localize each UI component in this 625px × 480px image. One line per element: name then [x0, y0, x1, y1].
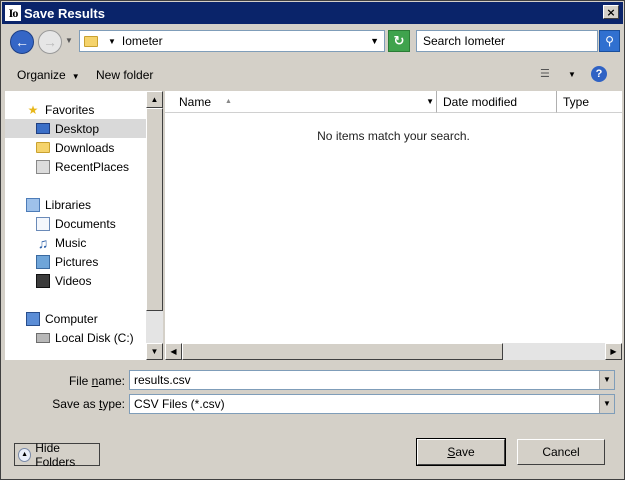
hide-folders-label: Hide Folders	[35, 440, 76, 469]
file-name-dropdown-button[interactable]: ▼	[599, 371, 614, 389]
cancel-button[interactable]: Cancel	[517, 439, 605, 465]
forward-button[interactable]: →	[38, 30, 62, 54]
scroll-left-button[interactable]: ◀	[165, 343, 182, 360]
column-header-label: Type	[563, 94, 590, 109]
nav-item-label: Music	[55, 235, 87, 250]
save-button-label: ave	[455, 445, 475, 459]
downloads-folder-icon	[36, 141, 50, 155]
star-icon: ★	[27, 102, 39, 117]
iometer-app-icon: Io	[5, 5, 21, 21]
recent-pages-dropdown[interactable]: ▼	[65, 36, 73, 45]
back-arrow-icon: ←	[15, 34, 29, 50]
forward-arrow-icon: →	[43, 34, 57, 50]
nav-item-label: Videos	[55, 273, 92, 288]
nav-pane-scrollbar[interactable]: ▲ ▼	[146, 91, 163, 360]
nav-item-label: Documents	[55, 216, 116, 231]
libraries-icon	[26, 197, 40, 212]
organize-menu[interactable]: Organize ▼	[17, 68, 80, 82]
search-button[interactable]: ⚲	[599, 30, 620, 52]
nav-favorites[interactable]: ★ Favorites	[5, 100, 146, 119]
chevron-up-icon: ▲	[18, 447, 32, 462]
search-icon: ⚲	[605, 34, 614, 48]
close-icon: ×	[606, 5, 616, 19]
chevron-down-icon: ▼	[71, 72, 80, 81]
music-icon: ♫	[37, 234, 49, 251]
nav-item-pictures[interactable]: Pictures	[5, 252, 146, 271]
navigation-pane: ★ Favorites Desktop Downloads RecentPlac…	[5, 91, 146, 360]
nav-computer-label: Computer	[45, 311, 98, 326]
scroll-thumb[interactable]	[182, 343, 503, 360]
close-button[interactable]: ×	[603, 5, 619, 19]
nav-libraries[interactable]: Libraries	[5, 195, 146, 214]
save-results-dialog: Io Save Results × ← → ▼ ▼ Iometer ▼ ↻ Se…	[0, 0, 625, 480]
nav-libraries-label: Libraries	[45, 197, 92, 212]
nav-item-label: RecentPlaces	[55, 159, 130, 174]
column-header-label: Name	[179, 94, 212, 109]
column-header-date-modified[interactable]: Date modified	[437, 91, 557, 113]
views-dropdown-icon[interactable]: ▼	[568, 70, 576, 79]
help-icon[interactable]: ?	[591, 66, 607, 82]
recent-places-icon	[36, 159, 50, 174]
nav-item-local-disk[interactable]: Local Disk (C:)	[5, 328, 146, 347]
nav-item-recentplaces[interactable]: RecentPlaces	[5, 157, 146, 176]
save-button[interactable]: Save	[416, 438, 506, 466]
title-bar[interactable]: Io Save Results ×	[2, 2, 623, 24]
column-filter-icon[interactable]: ▼	[426, 97, 434, 106]
address-bar[interactable]: ▼ Iometer ▼	[79, 30, 385, 52]
search-input[interactable]: Search Iometer	[416, 30, 598, 52]
nav-item-label: Downloads	[55, 140, 115, 155]
cancel-button-label: Cancel	[542, 445, 580, 459]
column-header-label: Date modified	[443, 94, 518, 109]
save-as-type-label: Save as type:	[52, 397, 125, 411]
file-name-field[interactable]: results.csv ▼	[129, 370, 615, 390]
local-disk-icon	[36, 332, 50, 343]
save-as-type-select[interactable]: CSV Files (*.csv) ▼	[129, 394, 615, 414]
save-as-type-value: CSV Files (*.csv)	[134, 397, 225, 411]
scroll-thumb[interactable]	[146, 108, 163, 311]
window-title: Save Results	[24, 5, 105, 21]
file-name-label: File name:	[68, 374, 125, 388]
column-header-type[interactable]: Type	[557, 91, 622, 113]
breadcrumb-iometer[interactable]: Iometer	[122, 34, 163, 48]
breadcrumb-separator-icon[interactable]: ▼	[108, 37, 116, 46]
save-button-underlined-letter: S	[447, 445, 456, 459]
save-as-type-dropdown-button[interactable]: ▼	[599, 395, 614, 413]
nav-item-label: Desktop	[55, 121, 100, 136]
new-folder-button[interactable]: New folder	[96, 68, 153, 82]
nav-computer[interactable]: Computer	[5, 309, 146, 328]
videos-icon	[36, 273, 50, 288]
nav-item-label: Pictures	[55, 254, 99, 269]
nav-favorites-label: Favorites	[45, 102, 95, 117]
hide-folders-button[interactable]: ▲ Hide Folders	[14, 440, 100, 469]
empty-message: No items match your search.	[317, 129, 470, 143]
scroll-right-button[interactable]: ▶	[605, 343, 622, 360]
nav-item-videos[interactable]: Videos	[5, 271, 146, 290]
pictures-icon	[36, 254, 50, 269]
scroll-up-button[interactable]: ▲	[146, 91, 163, 108]
scroll-down-button[interactable]: ▼	[146, 343, 163, 360]
computer-icon	[26, 311, 40, 326]
sort-ascending-icon: ▲	[225, 98, 232, 105]
nav-item-documents[interactable]: Documents	[5, 214, 146, 233]
address-dropdown-icon[interactable]: ▼	[370, 36, 379, 46]
refresh-icon: ↻	[393, 33, 405, 48]
organize-label: Organize	[17, 68, 66, 82]
documents-icon	[36, 216, 50, 231]
nav-item-music[interactable]: ♫ Music	[5, 233, 146, 252]
desktop-icon	[36, 123, 50, 134]
file-list-horizontal-scrollbar[interactable]: ◀ ▶	[165, 343, 622, 360]
folder-icon	[84, 35, 98, 47]
file-list[interactable]: Name ▲ ▼ Date modified Type No items mat…	[165, 91, 622, 343]
file-name-value: results.csv	[134, 373, 191, 387]
refresh-button[interactable]: ↻	[388, 30, 410, 52]
views-icon[interactable]: ☰	[540, 67, 555, 80]
back-button[interactable]: ←	[10, 30, 34, 54]
nav-item-label: Local Disk (C:)	[55, 330, 134, 345]
nav-item-desktop[interactable]: Desktop	[5, 119, 146, 138]
column-header-name[interactable]: Name ▲ ▼	[165, 91, 437, 113]
nav-item-downloads[interactable]: Downloads	[5, 138, 146, 157]
